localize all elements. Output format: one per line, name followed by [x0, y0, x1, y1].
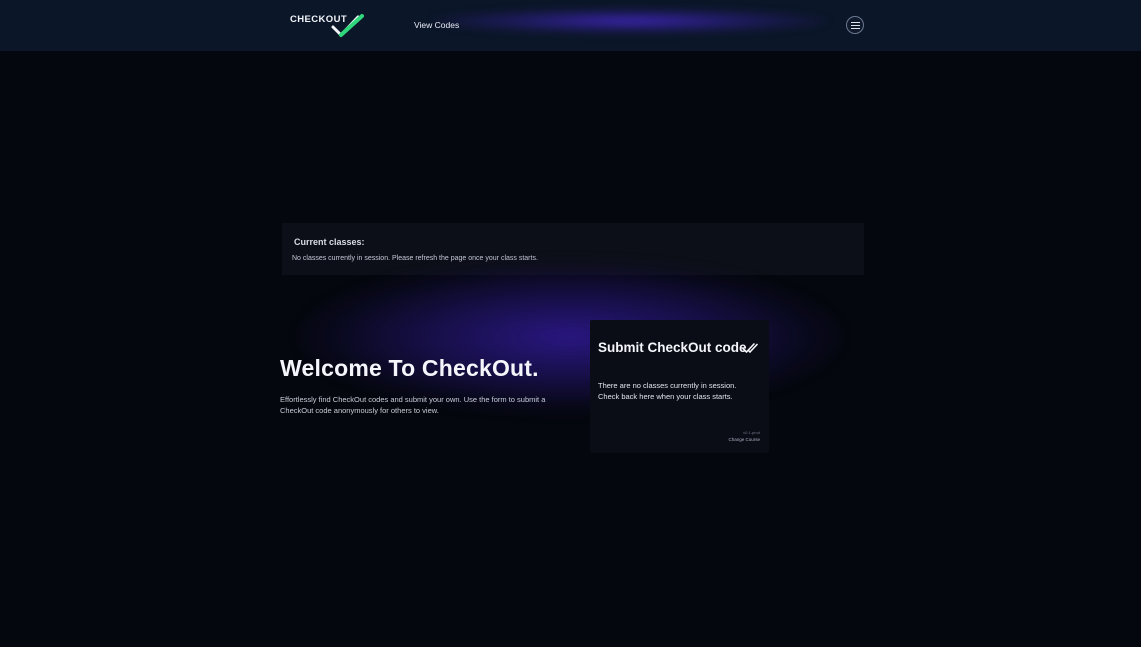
change-course-link[interactable]: Change Course — [728, 437, 760, 442]
checkout-logo[interactable]: CHECKOUT — [290, 12, 368, 42]
top-nav-bar: CHECKOUT View Codes — [0, 0, 1141, 51]
double-check-icon — [742, 343, 758, 353]
submit-card-message: There are no classes currently in sessio… — [598, 381, 737, 401]
logo-check-icon — [331, 14, 364, 37]
current-classes-message: No classes currently in session. Please … — [292, 255, 538, 262]
hamburger-menu-icon — [850, 21, 860, 29]
current-classes-title: Current classes: — [294, 237, 365, 247]
welcome-description: Effortlessly find CheckOut codes and sub… — [280, 395, 546, 415]
submit-code-card: Submit CheckOut code There are no classe… — [590, 320, 769, 453]
version-label: v0.1-prod — [743, 430, 760, 435]
page: CHECKOUT View Codes Current classes: No … — [0, 0, 1141, 647]
menu-button[interactable] — [846, 16, 864, 34]
submit-card-title: Submit CheckOut code — [598, 340, 747, 355]
header-glow — [430, 8, 830, 34]
welcome-title: Welcome To CheckOut. — [280, 355, 539, 381]
view-codes-link[interactable]: View Codes — [414, 20, 459, 30]
